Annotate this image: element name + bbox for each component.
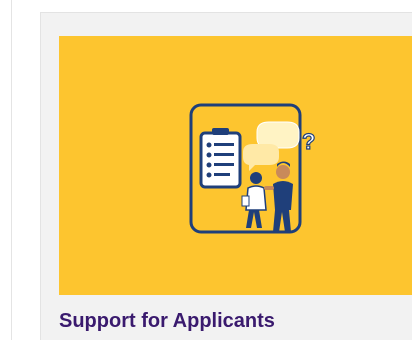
page: ? Support for Applicants	[0, 0, 412, 340]
man-figure-icon	[264, 161, 293, 232]
clipboard-icon	[199, 128, 242, 189]
applicant-support-illustration-icon: ?	[189, 103, 316, 234]
card-title-link[interactable]: Support for Applicants	[59, 309, 275, 333]
speech-bubbles-icon	[243, 121, 300, 171]
support-for-applicants-card[interactable]: ? Support for Applicants	[40, 12, 412, 340]
left-column-divider	[0, 0, 12, 340]
woman-figure-icon	[241, 172, 267, 228]
card-image[interactable]: ?	[59, 36, 412, 295]
question-mark-icon: ?	[302, 129, 315, 154]
